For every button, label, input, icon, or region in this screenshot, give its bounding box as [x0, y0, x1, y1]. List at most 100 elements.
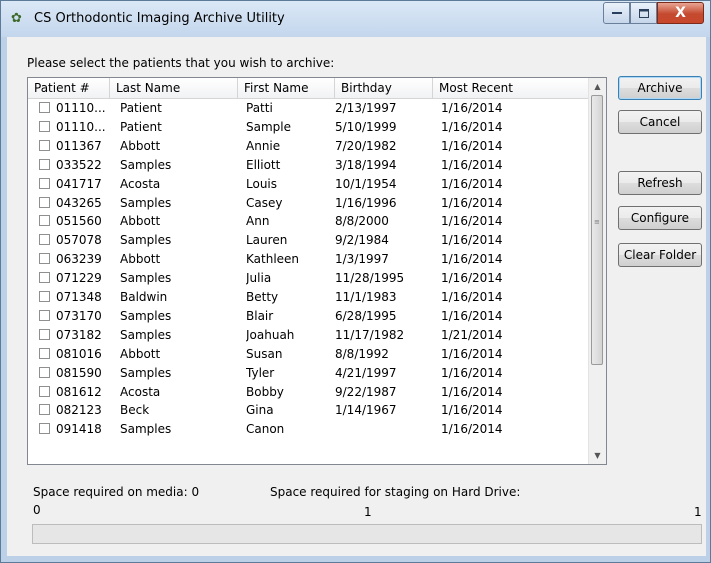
configure-button[interactable]: Configure: [618, 206, 702, 230]
cell-last-name: Patient: [120, 101, 162, 115]
minimize-button[interactable]: [603, 2, 630, 24]
cell-birthday: 11/1/1983: [335, 290, 397, 304]
table-row[interactable]: 01110... Patient Sample 5/10/1999 1/16/2014: [28, 118, 590, 136]
cancel-button[interactable]: Cancel: [618, 110, 702, 134]
table-row[interactable]: 01110... Patient Patti 2/13/1997 1/16/2014: [28, 99, 590, 117]
cell-last-name: Beck: [120, 403, 150, 418]
table-row[interactable]: 011367 Abbott Annie 7/20/1982 1/16/2014: [28, 137, 590, 155]
title-bar[interactable]: ✿ CS Orthodontic Imaging Archive Utility…: [1, 1, 710, 37]
table-row[interactable]: 071229 Samples Julia 11/28/1995 1/16/2014: [28, 269, 590, 287]
table-row[interactable]: 082123 Beck Gina 1/14/1967 1/16/2014: [28, 401, 590, 419]
clear-folder-button[interactable]: Clear Folder: [618, 243, 702, 267]
close-icon: X: [675, 5, 686, 21]
row-checkbox[interactable]: [39, 404, 50, 416]
cell-birthday: 3/18/1994: [335, 157, 397, 172]
cell-last-name: Samples: [120, 365, 172, 380]
row-checkbox[interactable]: [39, 385, 50, 397]
cell-first-name: Julia: [246, 271, 272, 286]
row-checkbox[interactable]: [39, 215, 50, 227]
row-checkbox[interactable]: [39, 366, 50, 378]
cell-patient-number: 081612: [56, 384, 102, 399]
column-header-last-name[interactable]: Last Name: [110, 78, 238, 98]
cell-most-recent: 1/16/2014: [441, 252, 503, 267]
cell-last-name: Acosta: [120, 384, 161, 399]
space-required-staging-label: Space required for staging on Hard Drive…: [270, 485, 521, 499]
column-header-birthday[interactable]: Birthday: [335, 78, 433, 98]
table-row[interactable]: 051560 Abbott Ann 8/8/2000 1/16/2014: [28, 212, 590, 230]
cell-most-recent: 1/21/2014: [441, 327, 503, 342]
table-row[interactable]: 063239 Abbott Kathleen 1/3/1997 1/16/2014: [28, 250, 590, 268]
cell-first-name: Casey: [246, 195, 283, 210]
row-checkbox[interactable]: [39, 347, 50, 359]
table-row[interactable]: 043265 Samples Casey 1/16/1996 1/16/2014: [28, 194, 590, 212]
row-checkbox[interactable]: [39, 139, 50, 151]
maximize-button[interactable]: [630, 2, 657, 24]
cell-patient-number: 041717: [56, 176, 102, 191]
close-button[interactable]: X: [657, 2, 704, 24]
row-checkbox[interactable]: [39, 423, 50, 435]
cell-most-recent: 1/16/2014: [441, 271, 503, 286]
cell-most-recent: 1/16/2014: [441, 138, 503, 153]
table-row[interactable]: 081016 Abbott Susan 8/8/1992 1/16/2014: [28, 345, 590, 363]
row-checkbox[interactable]: [39, 253, 50, 265]
cell-first-name: Bobby: [246, 384, 284, 399]
cell-last-name: Samples: [120, 422, 172, 437]
cell-patient-number: 082123: [56, 403, 102, 418]
progress-bar: [32, 524, 702, 544]
row-checkbox[interactable]: [39, 272, 50, 284]
row-checkbox[interactable]: [39, 196, 50, 208]
cell-birthday: 6/28/1995: [335, 308, 397, 323]
table-row[interactable]: 081612 Acosta Bobby 9/22/1987 1/16/2014: [28, 383, 590, 401]
cell-first-name: Kathleen: [246, 252, 300, 267]
scroll-down-arrow-icon[interactable]: ▼: [589, 447, 606, 464]
table-row[interactable]: 041717 Acosta Louis 10/1/1954 1/16/2014: [28, 175, 590, 193]
table-row[interactable]: 073170 Samples Blair 6/28/1995 1/16/2014: [28, 307, 590, 325]
cell-most-recent: 1/16/2014: [441, 308, 503, 323]
cell-last-name: Abbott: [120, 214, 161, 229]
table-row[interactable]: 033522 Samples Elliott 3/18/1994 1/16/2014: [28, 156, 590, 174]
table-row[interactable]: 081590 Samples Tyler 4/21/1997 1/16/2014: [28, 364, 590, 382]
cell-patient-number: 091418: [56, 422, 102, 437]
cell-patient-number: 011367: [56, 138, 102, 153]
table-row[interactable]: 073182 Samples Joahuah 11/17/1982 1/21/2014: [28, 326, 590, 344]
cell-first-name: Patti: [246, 101, 273, 115]
table-row[interactable]: 057078 Samples Lauren 9/2/1984 1/16/2014: [28, 231, 590, 249]
row-checkbox[interactable]: [39, 234, 50, 246]
cell-birthday: 9/2/1984: [335, 233, 389, 248]
scrollbar-thumb[interactable]: ≡: [591, 95, 603, 365]
space-required-media-label: Space required on media: 0: [33, 485, 200, 499]
cell-last-name: Patient: [120, 119, 162, 134]
row-checkbox[interactable]: [39, 120, 50, 132]
patient-list[interactable]: Patient # Last Name First Name Birthday …: [27, 77, 607, 465]
cell-first-name: Louis: [246, 176, 278, 191]
row-checkbox[interactable]: [39, 102, 50, 113]
column-header-patient-number[interactable]: Patient #: [28, 78, 110, 98]
cell-last-name: Samples: [120, 233, 172, 248]
cell-most-recent: 1/16/2014: [441, 422, 503, 437]
row-checkbox[interactable]: [39, 291, 50, 302]
cell-birthday: 8/8/2000: [335, 214, 389, 229]
scroll-up-arrow-icon[interactable]: ▲: [589, 78, 606, 95]
refresh-button[interactable]: Refresh: [618, 171, 702, 195]
cell-birthday: 4/21/1997: [335, 365, 397, 380]
row-checkbox[interactable]: [39, 328, 50, 340]
cell-birthday: 11/28/1995: [335, 271, 405, 286]
cell-patient-number: 073182: [56, 327, 102, 342]
cell-most-recent: 1/16/2014: [441, 233, 503, 248]
archive-button[interactable]: Archive: [618, 76, 702, 100]
row-checkbox[interactable]: [39, 309, 50, 321]
table-row[interactable]: 071348 Baldwin Betty 11/1/1983 1/16/2014: [28, 288, 590, 306]
cell-most-recent: 1/16/2014: [441, 214, 503, 229]
vertical-scrollbar[interactable]: ▲ ≡ ▼: [588, 78, 606, 464]
cell-birthday: 11/17/1982: [335, 327, 405, 342]
cell-most-recent: 1/16/2014: [441, 384, 503, 399]
cell-patient-number: 081590: [56, 365, 102, 380]
list-header: Patient # Last Name First Name Birthday …: [28, 78, 590, 99]
row-checkbox[interactable]: [39, 158, 50, 170]
table-row[interactable]: 091418 Samples Canon 1/16/2014: [28, 420, 590, 438]
row-checkbox[interactable]: [39, 177, 50, 189]
cell-last-name: Abbott: [120, 252, 161, 267]
scale-min-label: 0: [33, 503, 41, 517]
column-header-first-name[interactable]: First Name: [238, 78, 335, 98]
column-header-most-recent[interactable]: Most Recent: [433, 78, 590, 98]
